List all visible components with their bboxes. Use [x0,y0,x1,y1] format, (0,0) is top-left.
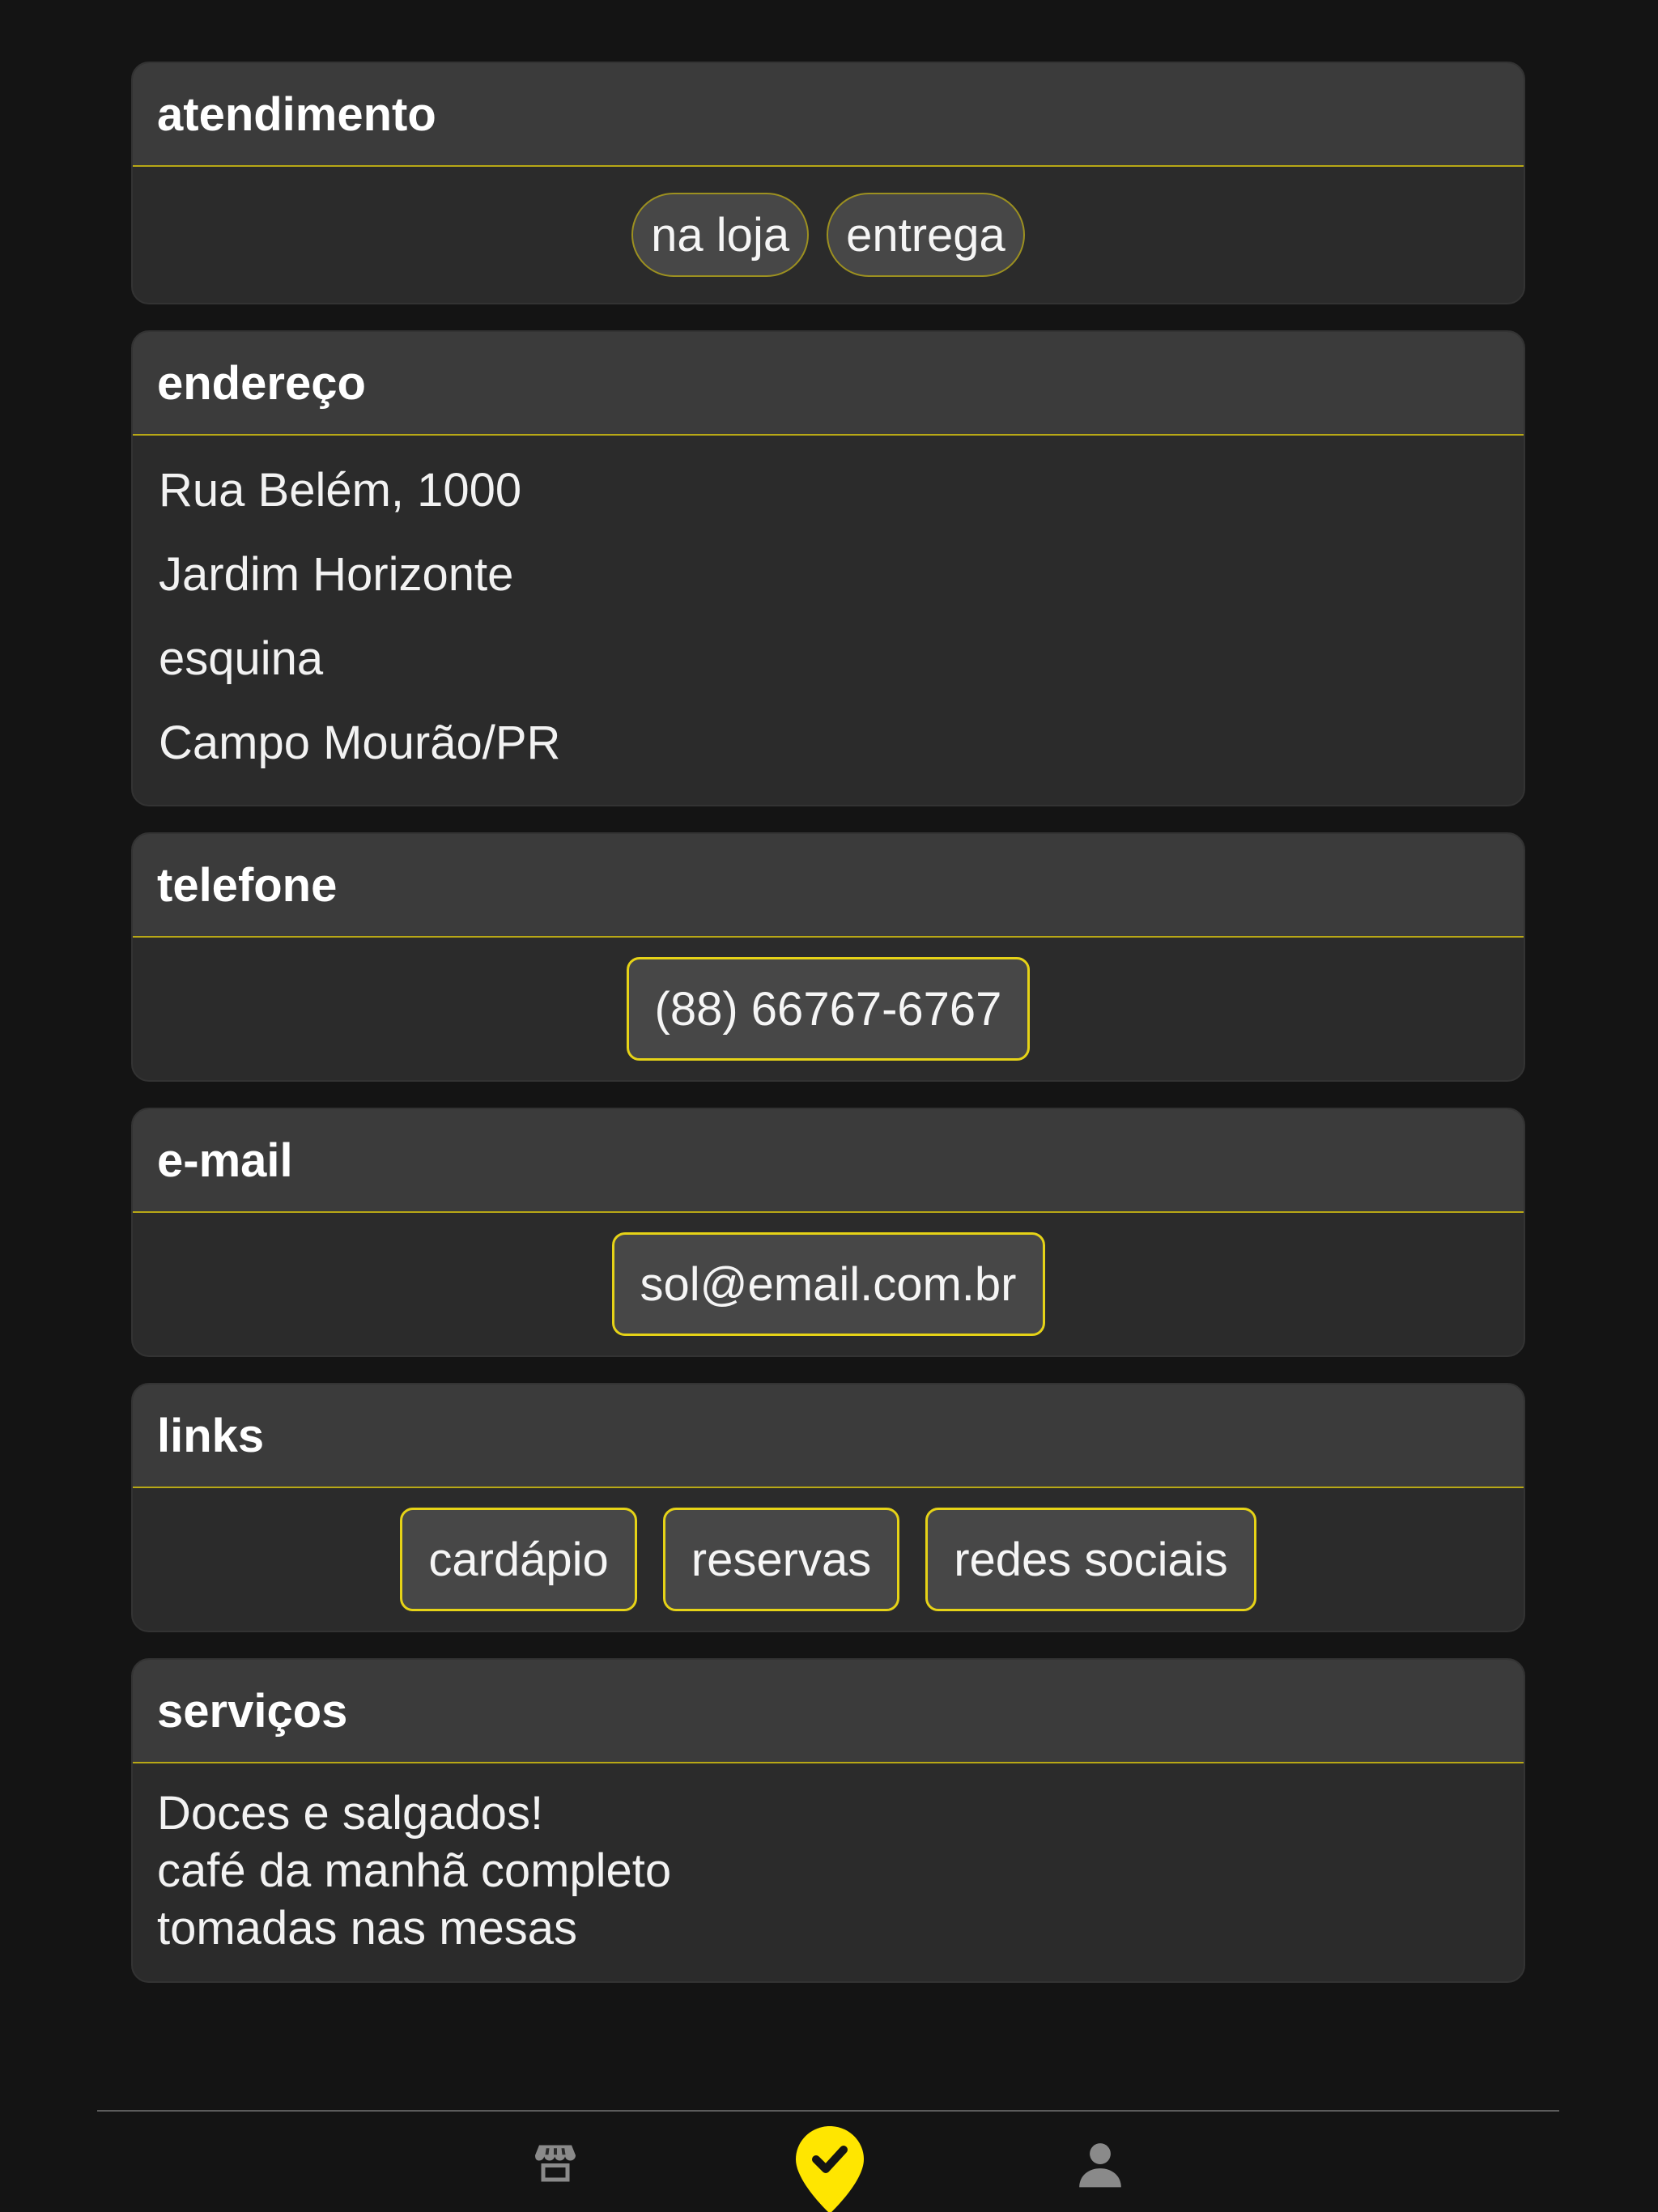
card-header: links [133,1385,1524,1488]
chip-row: na loja entrega [631,193,1025,277]
card-title: atendimento [157,87,436,141]
card-body: (88) 66767-6767 [133,938,1524,1080]
chip-entrega: entrega [827,193,1025,277]
services-body: Doces e salgados! café da manhã completo… [133,1763,1524,1981]
address-city: Campo Mourão/PR [159,717,561,769]
card-title: e-mail [157,1134,293,1187]
service-line: tomadas nas mesas [157,1902,578,1955]
links-row: cardápio reservas redes sociais [400,1508,1256,1611]
links-card: links cardápio reservas redes sociais [131,1383,1525,1632]
card-header: endereço [133,332,1524,436]
card-title: serviços [157,1684,348,1738]
card-body: sol@email.com.br [133,1213,1524,1355]
email-button[interactable]: sol@email.com.br [611,1232,1045,1336]
store-icon[interactable] [531,2139,580,2188]
user-icon[interactable] [1075,2139,1125,2189]
card-header: e-mail [133,1109,1524,1213]
service-mode-card: atendimento na loja entrega [131,62,1525,304]
card-body: na loja entrega [133,167,1524,303]
address-neighborhood: Jardim Horizonte [159,548,514,601]
link-reservations-button[interactable]: reservas [662,1508,900,1611]
chip-na-loja: na loja [631,193,810,277]
address-street: Rua Belém, 1000 [159,464,522,517]
info-cards: atendimento na loja entrega endereço Rua… [131,62,1525,2009]
card-title: links [157,1409,265,1462]
services-card: serviços Doces e salgados! café da manhã… [131,1658,1525,1983]
email-card: e-mail sol@email.com.br [131,1108,1525,1357]
card-body: cardápio reservas redes sociais [133,1488,1524,1631]
phone-card: telefone (88) 66767-6767 [131,832,1525,1082]
card-header: atendimento [133,63,1524,167]
card-header: telefone [133,834,1524,938]
store-info-page: atendimento na loja entrega endereço Rua… [0,0,1658,2212]
check-pin-icon[interactable] [793,2125,866,2212]
address-card: endereço Rua Belém, 1000 Jardim Horizont… [131,330,1525,806]
link-social-button[interactable]: redes sociais [925,1508,1256,1611]
address-complement: esquina [159,632,324,685]
service-line: café da manhã completo [157,1844,672,1897]
card-title: telefone [157,858,338,912]
address-body: Rua Belém, 1000 Jardim Horizonte esquina… [133,436,1524,805]
card-title: endereço [157,356,366,410]
card-header: serviços [133,1660,1524,1763]
phone-button[interactable]: (88) 66767-6767 [626,957,1031,1061]
bottom-navigation [97,2110,1559,2212]
service-line: Doces e salgados! [157,1787,544,1840]
link-menu-button[interactable]: cardápio [400,1508,637,1611]
